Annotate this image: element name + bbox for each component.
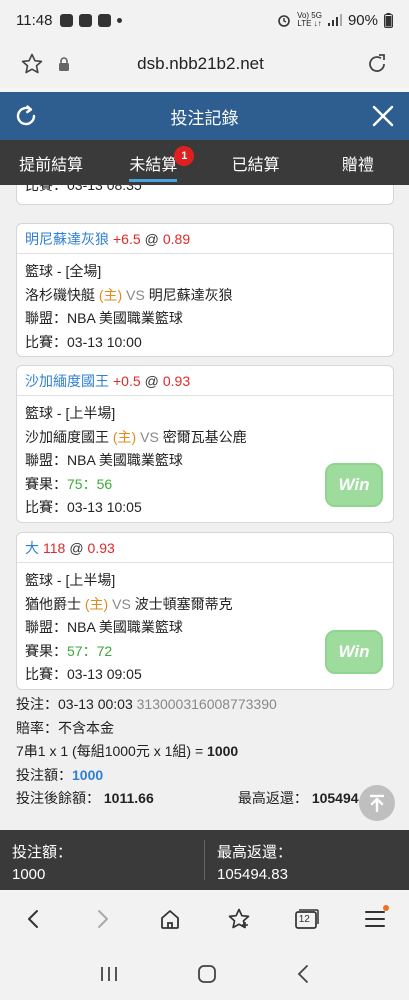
forward-button[interactable] — [84, 901, 120, 937]
stake: 投注額：1000 — [16, 766, 104, 783]
tab-settled[interactable]: 已結算 — [205, 140, 307, 185]
bet-id: 313000316008773390 — [136, 696, 277, 712]
odds-type: 賠率：不含本金 — [16, 719, 114, 736]
bet-record-tabs: 提前結算 未結算 1 已結算 贈禮 — [0, 140, 409, 185]
tabs-button[interactable]: 12 — [289, 901, 325, 937]
signal-icon — [327, 14, 342, 26]
league: 聯盟：NBA 美國職業籃球 — [25, 310, 183, 326]
match-time: 比賽：03-13 10:00 — [25, 333, 142, 350]
browser-url-bar: dsb.nbb21b2.net — [0, 40, 409, 88]
sport-period: 籃球 - [上半場] — [25, 572, 116, 588]
combo-info: 7串1 x 1 (每組1000元 x 1組) = 1000 — [16, 743, 239, 759]
back-button[interactable] — [16, 901, 52, 937]
bet-selection: 大 118 @ 0.93 — [17, 533, 393, 563]
selection-team: 沙加緬度國王 — [25, 372, 109, 389]
tab-unsettled[interactable]: 未結算 1 — [102, 140, 204, 185]
url-text[interactable]: dsb.nbb21b2.net — [36, 54, 365, 74]
matchup: 猶他爵士 (主) VS 波士頓塞爾蒂克 — [25, 595, 233, 612]
system-back-icon[interactable] — [296, 964, 310, 984]
menu-icon — [364, 911, 385, 927]
recent-apps-icon[interactable] — [99, 965, 119, 983]
dialog-header: 投注記錄 — [0, 92, 409, 140]
selection-handicap: +6.5 — [113, 230, 141, 247]
chevron-left-icon — [28, 910, 39, 928]
home-button[interactable] — [152, 901, 188, 937]
browser-toolbar: 12 — [0, 890, 409, 948]
bet-card: 大 118 @ 0.93 籃球 - [上半場] 猶他爵士 (主) VS 波士頓塞… — [16, 532, 394, 690]
scroll-to-top-button[interactable] — [359, 785, 395, 821]
total-stake: 投注額： 1000 — [12, 844, 73, 883]
balance-and-return: 投注後餘額： 1011.66 最高返還： 105494.83 — [16, 790, 378, 806]
unsettled-count-badge: 1 — [174, 146, 195, 166]
matchup: 沙加緬度國王 (主) VS 密爾瓦基公鹿 — [25, 428, 247, 445]
selection-odds: 0.93 — [87, 539, 115, 556]
selection-team: 大 — [25, 539, 39, 556]
reload-icon[interactable] — [365, 52, 389, 76]
tabs-count: 12 — [298, 914, 310, 925]
notification-icons — [60, 13, 123, 27]
sport-period: 籃球 - [全場] — [25, 263, 102, 279]
battery-level: 90% — [347, 11, 378, 29]
match-time: 比賽：03-13 08:35 — [25, 185, 142, 193]
alarm-icon — [278, 15, 290, 27]
bet-time-and-id: 投注：03-13 00:03 313000316008773390 — [16, 696, 277, 712]
bet-selection: 明尼蘇達灰狼 +6.5 @ 0.89 — [17, 224, 393, 254]
arrow-up-icon — [370, 794, 384, 813]
tab-early-settle[interactable]: 提前結算 — [0, 140, 102, 185]
total-max-return: 最高返還： 105494.83 — [204, 840, 409, 883]
selection-odds: 0.93 — [162, 372, 191, 389]
status-time: 11:48 — [16, 11, 53, 29]
gallery-notification-icon — [79, 13, 93, 27]
close-icon[interactable] — [371, 104, 395, 128]
win-stamp-icon: Win — [325, 463, 383, 507]
win-stamp-icon: Win — [325, 630, 383, 674]
status-bar: 11:48 Vo) 5G LTE ↓↑ 90% — [0, 0, 409, 40]
bet-card: 明尼蘇達灰狼 +6.5 @ 0.89 籃球 - [全場] 洛杉磯快艇 (主) V… — [16, 223, 394, 357]
home-icon — [161, 910, 180, 929]
selection-handicap: 118 — [43, 539, 66, 556]
system-navigation-bar — [0, 948, 409, 1000]
selection-odds: 0.89 — [162, 230, 191, 247]
more-notifications-icon — [117, 17, 123, 23]
bet-card: 沙加緬度國王 +0.5 @ 0.93 籃球 - [上半場] 沙加緬度國王 (主)… — [16, 365, 394, 523]
bet-selection: 沙加緬度國王 +0.5 @ 0.93 — [17, 366, 393, 396]
selection-team: 明尼蘇達灰狼 — [25, 230, 109, 247]
app-notification-icon — [60, 13, 74, 27]
bet-card-partial: 比賽：03-13 08:35 — [16, 185, 394, 205]
matchup: 洛杉磯快艇 (主) VS 明尼蘇達灰狼 — [25, 286, 233, 303]
sport-period: 籃球 - [上半場] — [25, 405, 116, 421]
balance: 1011.66 — [103, 790, 154, 806]
bookmarks-star-icon — [228, 908, 249, 929]
refresh-icon[interactable] — [12, 102, 40, 130]
menu-button[interactable] — [357, 901, 393, 937]
bookmarks-button[interactable] — [221, 901, 257, 937]
bet-summary: 投注：03-13 00:03 313000316008773390 賠率：不含本… — [16, 693, 394, 811]
selection-handicap: +0.5 — [113, 372, 141, 389]
x-notification-icon — [98, 13, 112, 27]
tab-gifts[interactable]: 贈禮 — [307, 140, 409, 185]
chevron-right-icon — [98, 910, 109, 928]
dialog-title: 投注記錄 — [170, 108, 239, 128]
menu-notification-dot — [382, 905, 389, 911]
bet-list[interactable]: 比賽：03-13 08:35 明尼蘇達灰狼 +6.5 @ 0.89 籃球 - [… — [0, 185, 409, 830]
network-type: Vo) 5G LTE ↓↑ — [297, 11, 322, 28]
system-home-icon[interactable] — [197, 964, 217, 984]
battery-icon — [384, 12, 393, 28]
totals-bar: 投注額： 1000 最高返還： 105494.83 — [0, 830, 409, 890]
